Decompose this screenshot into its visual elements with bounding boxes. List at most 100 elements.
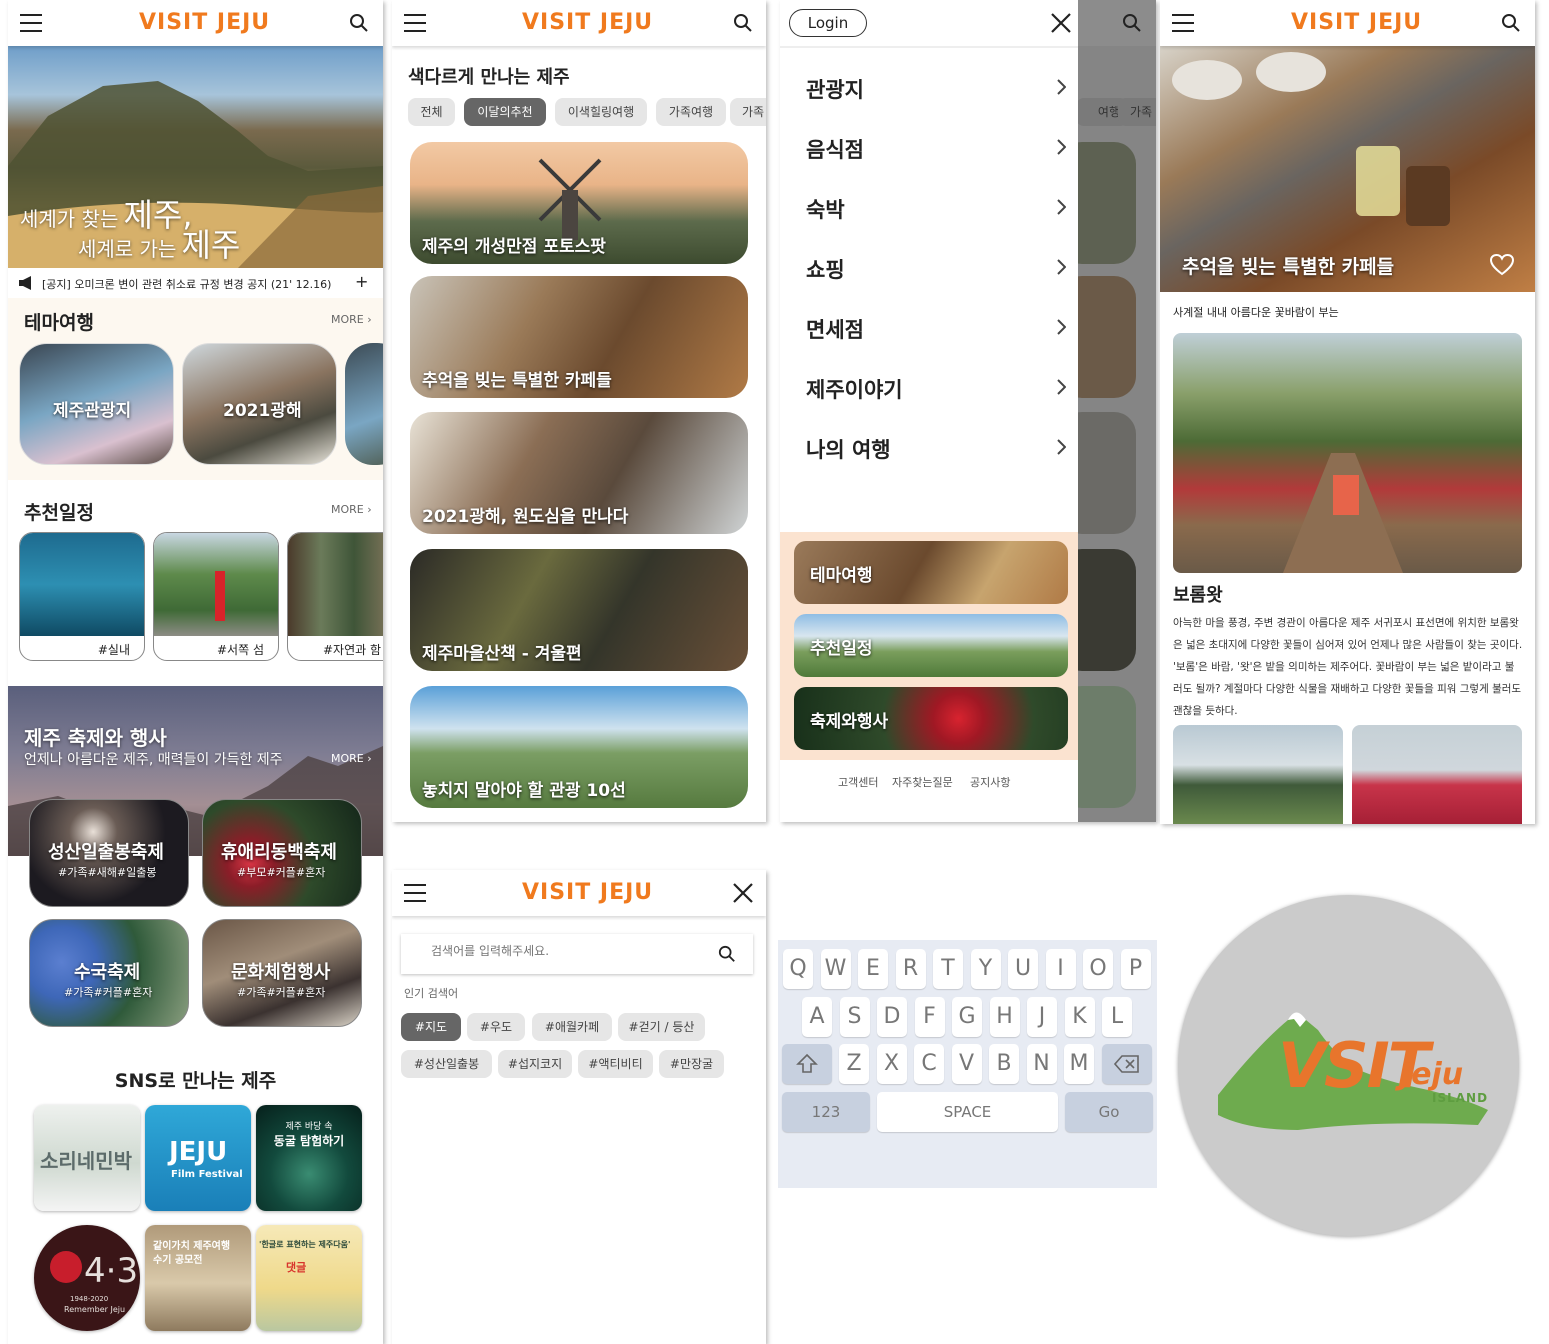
visit-jeju-logo[interactable]: VISIT JEJU [1291,10,1422,35]
drawer-banner-theme[interactable]: 테마여행 [794,541,1068,604]
space-key[interactable]: SPACE [877,1092,1058,1132]
visit-jeju-logo[interactable]: VISIT JEJU [139,10,270,35]
close-icon[interactable] [732,882,754,904]
chevron-right-icon[interactable] [1056,379,1066,395]
chip-monthly-pick[interactable]: 이달의추천 [464,98,546,126]
key-g[interactable]: G [952,997,982,1037]
schedule-card-west-island[interactable]: #서쪽 섬 [153,532,279,661]
theme-more-link[interactable]: MORE › [331,313,372,326]
menu-item-my-trip[interactable]: 나의 여행 [806,434,891,464]
chip-healing-trip[interactable]: 이색힐링여행 [555,98,647,126]
heart-icon[interactable] [1490,254,1514,276]
key-w[interactable]: W [820,949,851,989]
chevron-right-icon[interactable] [1056,439,1066,455]
notice-text[interactable]: [공지] 오미크론 변이 관련 취소료 규정 변경 공지 (21' 12.16) [42,276,331,292]
key-k[interactable]: K [1064,997,1095,1037]
key-n[interactable]: N [1026,1044,1057,1084]
chip-family-partial[interactable]: 가족 [730,98,766,126]
search-tag-aewol-cafe[interactable]: #애월카페 [532,1013,612,1041]
key-e[interactable]: E [858,949,888,989]
menu-item-lodging[interactable]: 숙박 [806,194,845,224]
theme-card-partial[interactable] [345,343,383,465]
list-card-gwanghae[interactable]: 2021광해, 원도심을 만나다 [410,412,748,534]
key-u[interactable]: U [1008,949,1038,989]
hero-banner[interactable]: 세계가 찾는 제주, 세계로 가는 제주 [8,46,383,268]
key-l[interactable]: L [1102,997,1132,1037]
key-a[interactable]: A [802,997,832,1037]
key-c[interactable]: C [914,1044,944,1084]
theme-card-jeju-sights[interactable]: 제주관광지 [19,343,174,465]
search-tag-seopjikoji[interactable]: #섭지코지 [498,1050,572,1078]
list-card-top10[interactable]: 놓치지 말아야 할 관광 10선 [410,686,748,808]
search-icon[interactable] [718,945,736,963]
key-r[interactable]: R [895,949,926,989]
key-b[interactable]: B [989,1044,1019,1084]
menu-item-restaurants[interactable]: 음식점 [806,134,864,164]
key-d[interactable]: D [877,997,907,1037]
festival-card-camellia[interactable]: 휴애리동백축제 #부모#커플#혼자 [202,799,362,907]
schedule-card-indoor[interactable]: #실내 [19,532,145,661]
sns-tile-cave[interactable]: 제주 바당 속 동굴 탐험하기 [256,1105,362,1211]
chevron-right-icon[interactable] [1056,139,1066,155]
sns-tile-essay-contest[interactable]: 같이가치 제주여행 수기 공모전 [145,1225,251,1331]
sns-tile-soline-minbak[interactable]: 소리네민박 [34,1105,140,1211]
search-tag-activity[interactable]: #액티비티 [578,1050,653,1078]
search-tag-hiking[interactable]: #걷기 / 등산 [618,1013,705,1041]
backspace-key[interactable] [1102,1044,1152,1084]
menu-item-attractions[interactable]: 관광지 [806,74,864,104]
search-field[interactable] [401,934,753,974]
chevron-right-icon[interactable] [1056,79,1066,95]
key-i[interactable]: I [1045,949,1076,989]
search-icon[interactable] [733,13,753,33]
festival-card-culture[interactable]: 문화체험행사 #가족#커플#혼자 [202,919,362,1027]
go-key[interactable]: Go [1065,1092,1153,1132]
numbers-key[interactable]: 123 [782,1092,870,1132]
sns-tile-hangul[interactable]: '한글로 표현하는 제주다움' 댓글 [256,1225,362,1331]
search-tag-udo[interactable]: #우도 [467,1013,525,1041]
key-q[interactable]: Q [783,949,813,989]
drawer-banner-schedule[interactable]: 추천일정 [794,614,1068,677]
search-tag-seongsan[interactable]: #성산일출봉 [401,1050,492,1078]
hamburger-menu-icon[interactable] [20,14,42,32]
visit-jeju-logo[interactable]: VISIT JEJU [522,880,653,905]
key-s[interactable]: S [839,997,870,1037]
chevron-right-icon[interactable] [1056,319,1066,335]
close-icon[interactable] [1050,12,1072,34]
key-t[interactable]: T [933,949,963,989]
chip-family-trip[interactable]: 가족여행 [656,98,726,126]
hamburger-menu-icon[interactable] [1172,14,1194,32]
key-y[interactable]: Y [970,949,1001,989]
key-p[interactable]: P [1120,949,1151,989]
festival-card-seongsan[interactable]: 성산일출봉축제 #가족#새해#일출봉 [29,799,189,907]
schedule-more-link[interactable]: MORE › [331,503,372,516]
hamburger-menu-icon[interactable] [404,884,426,902]
festival-more-link[interactable]: MORE › [331,752,372,765]
menu-item-jeju-stories[interactable]: 제주이야기 [806,374,903,404]
festival-card-hydrangea[interactable]: 수국축제 #가족#커플#혼자 [29,919,189,1027]
shift-key[interactable] [782,1044,832,1084]
chevron-right-icon[interactable] [1056,259,1066,275]
key-h[interactable]: H [989,997,1020,1037]
key-o[interactable]: O [1083,949,1113,989]
key-z[interactable]: Z [839,1044,869,1084]
menu-item-duty-free[interactable]: 면세점 [806,314,864,344]
key-j[interactable]: J [1027,997,1057,1037]
drawer-banner-festival[interactable]: 축제와행사 [794,687,1068,750]
menu-item-shopping[interactable]: 쇼핑 [806,254,845,284]
schedule-card-nature[interactable]: #자연과 함 [287,532,383,661]
search-icon[interactable] [349,13,369,33]
key-x[interactable]: X [876,1044,907,1084]
key-f[interactable]: F [914,997,945,1037]
footer-faq[interactable]: 자주찾는질문 [892,774,953,790]
list-card-cafes[interactable]: 추억을 빚는 특별한 카페들 [410,276,748,398]
visit-jeju-logo[interactable]: VISIT JEJU [522,10,653,35]
login-button[interactable]: Login [789,9,867,37]
search-tag-map[interactable]: #지도 [401,1013,461,1041]
sns-tile-film-festival[interactable]: JEJU Film Festival [145,1105,251,1211]
chip-all[interactable]: 전체 [408,98,455,126]
search-input[interactable] [431,944,691,958]
key-v[interactable]: V [951,1044,982,1084]
chevron-right-icon[interactable] [1056,199,1066,215]
footer-notice[interactable]: 공지사항 [970,774,1010,790]
search-icon[interactable] [1501,13,1521,33]
